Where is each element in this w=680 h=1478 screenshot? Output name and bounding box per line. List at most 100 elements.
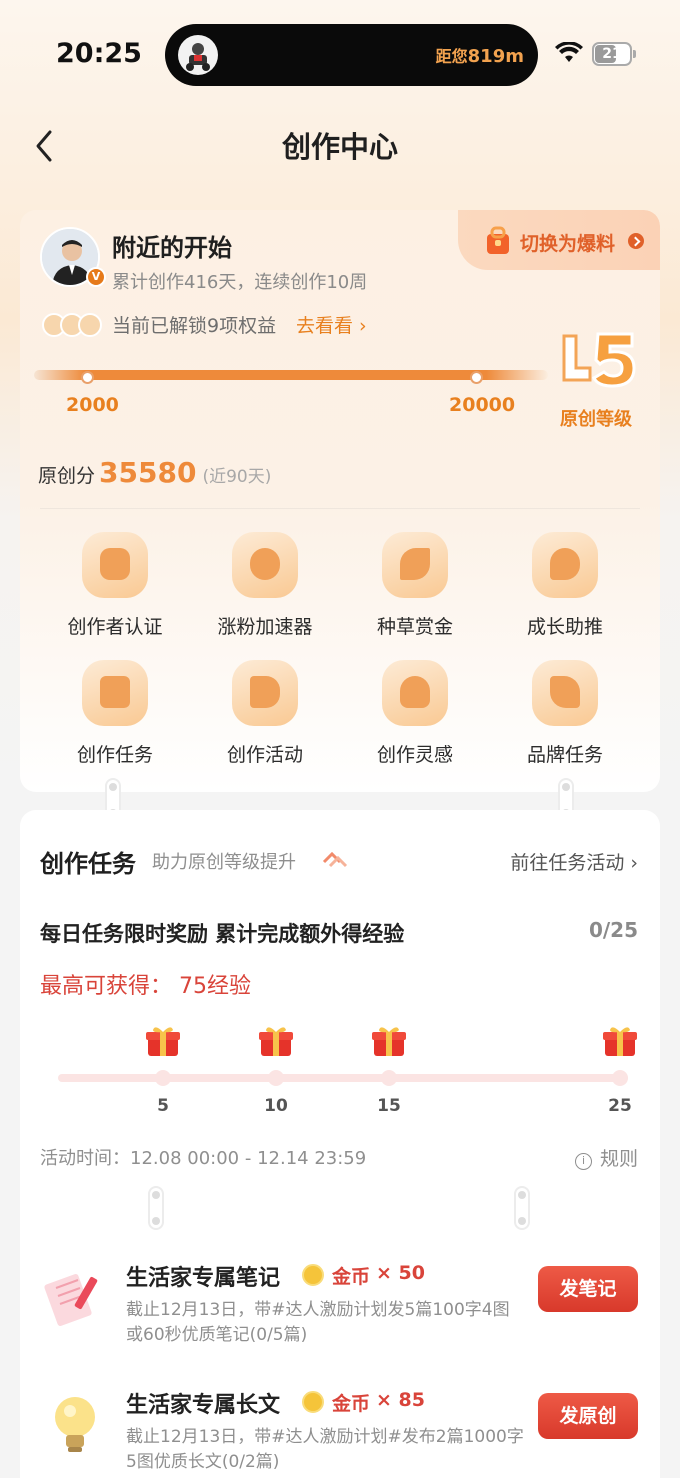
level-l5-icon xyxy=(556,328,646,398)
tool-inspiration[interactable]: 创作灵感 xyxy=(340,660,490,780)
score-label: 原创分 xyxy=(38,465,96,487)
tool-label: 创作任务 xyxy=(76,744,153,766)
tool-label: 创作者认证 xyxy=(67,616,163,638)
section-subtitle: 助力原创等级提升 xyxy=(152,852,296,873)
benefit-badges-icon xyxy=(42,313,104,337)
activity-time: 活动时间：12.08 00:00 - 12.14 23:59 xyxy=(40,1148,367,1169)
tool-label: 创作活动 xyxy=(226,744,303,766)
milestone-label: 5 xyxy=(157,1096,169,1116)
coin-icon xyxy=(302,1264,324,1286)
dynamic-island[interactable]: 距您819m xyxy=(165,24,538,86)
milestone-dot xyxy=(268,1070,284,1086)
reward-multiplier: × 85 xyxy=(376,1389,425,1411)
chevron-right-icon xyxy=(628,233,644,249)
tool-growth-boost[interactable]: 成长助推 xyxy=(490,532,640,652)
level-up-icon xyxy=(322,851,348,868)
wifi-icon xyxy=(555,41,583,68)
gift-icon[interactable] xyxy=(371,1024,407,1058)
progress-start-label: 2000 xyxy=(66,394,119,416)
island-rider-icon xyxy=(178,35,218,75)
island-prefix: 距您 xyxy=(435,47,468,66)
tool-brand-tasks[interactable]: 品牌任务 xyxy=(490,660,640,780)
divider xyxy=(40,508,640,509)
daily-max-reward: 最高可获得： 75经验 xyxy=(40,974,251,999)
info-icon: i xyxy=(574,1153,592,1170)
tool-creation-events[interactable]: 创作活动 xyxy=(190,660,340,780)
tool-creator-verify[interactable]: 创作者认证 xyxy=(40,532,190,652)
seedling-icon xyxy=(382,532,448,598)
gift-icon[interactable] xyxy=(602,1024,638,1058)
tool-fans-boost[interactable]: 涨粉加速器 xyxy=(190,532,340,652)
verified-badge-icon: V xyxy=(86,267,106,287)
task-name: 生活家专属笔记 xyxy=(126,1266,281,1291)
task-row: 生活家专属长文 金币 × 85 截止12月13日，带#达人激励计划#发布2篇10… xyxy=(20,1387,660,1478)
milestone-dot xyxy=(381,1070,397,1086)
status-time: 20:25 xyxy=(56,38,142,69)
task-description: 截止12月13日，带#达人激励计划发5篇100字4图或60秒优质笔记(0/5篇) xyxy=(126,1300,510,1345)
milestone-dot xyxy=(612,1070,628,1086)
level-label: 原创等级 xyxy=(560,409,632,430)
flag-icon xyxy=(232,660,298,726)
status-bar: 20:25 距您819m 21 xyxy=(0,0,680,100)
milestone-label: 25 xyxy=(608,1096,632,1116)
go-to-task-events-link[interactable]: 前往任务活动 › xyxy=(510,848,638,875)
profile-card: V 附近的开始 累计创作416天，连续创作10周 切换为爆料 当前已解锁9项权益… xyxy=(20,210,660,792)
card-connector xyxy=(514,1186,530,1230)
page-title: 创作中心 xyxy=(281,130,398,164)
verify-icon xyxy=(82,532,148,598)
brand-tag-icon xyxy=(532,660,598,726)
battery-level: 21 xyxy=(602,46,622,62)
battery-icon: 21 xyxy=(592,42,632,66)
tool-label: 品牌任务 xyxy=(526,744,603,766)
daily-task-title: 每日任务限时奖励 累计完成额外得经验 xyxy=(40,922,405,946)
tool-label: 涨粉加速器 xyxy=(217,616,313,638)
reward-label: 金币 xyxy=(332,1266,371,1288)
tool-seeding-bounty[interactable]: 种草赏金 xyxy=(340,532,490,652)
reward-multiplier: × 50 xyxy=(376,1262,425,1284)
lightbulb-icon xyxy=(382,660,448,726)
coin-icon xyxy=(302,1391,324,1413)
gift-icon[interactable] xyxy=(258,1024,294,1058)
progress-end-label: 20000 xyxy=(449,394,516,416)
switch-to-tipoff-button[interactable]: 切换为爆料 xyxy=(458,210,660,270)
username: 附近的开始 xyxy=(112,234,232,262)
daily-task-count: 0/25 xyxy=(588,918,638,942)
island-distance: 距您819m xyxy=(436,43,524,67)
original-score-row: 原创分 35580 (近90天) xyxy=(38,456,271,489)
task-name: 生活家专属长文 xyxy=(126,1393,281,1418)
switch-label: 切换为爆料 xyxy=(520,233,616,255)
progress-start-dot xyxy=(81,371,94,384)
task-row: 生活家专属笔记 金币 × 50 截止12月13日，带#达人激励计划发5篇100字… xyxy=(20,1260,660,1360)
post-original-button[interactable]: 发原创 xyxy=(538,1393,638,1439)
progress-end-dot xyxy=(470,371,483,384)
score-value: 35580 xyxy=(99,456,197,489)
section-title: 创作任务 xyxy=(40,850,136,878)
tool-label: 成长助推 xyxy=(526,616,603,638)
note-pen-icon xyxy=(44,1274,98,1326)
rules-link[interactable]: i 规则 xyxy=(574,1144,638,1171)
growth-icon xyxy=(532,532,598,598)
milestone-track xyxy=(58,1074,628,1082)
gift-icon[interactable] xyxy=(145,1024,181,1058)
card-connector xyxy=(148,1186,164,1230)
tool-creation-tasks[interactable]: 创作任务 xyxy=(40,660,190,780)
gift-bag-icon xyxy=(487,226,509,254)
milestone-dot xyxy=(155,1070,171,1086)
score-note: (近90天) xyxy=(202,467,272,487)
fans-boost-icon xyxy=(232,532,298,598)
post-note-button[interactable]: 发笔记 xyxy=(538,1266,638,1312)
view-benefits-link[interactable]: 去看看 › xyxy=(296,311,367,338)
task-description: 截止12月13日，带#达人激励计划#发布2篇1000字5图优质长文(0/2篇) xyxy=(126,1427,524,1472)
task-clipboard-icon xyxy=(82,660,148,726)
milestone-label: 10 xyxy=(264,1096,288,1116)
tool-label: 种草赏金 xyxy=(376,616,453,638)
reward-label: 金币 xyxy=(332,1393,371,1415)
tool-label: 创作灵感 xyxy=(376,744,453,766)
milestone-label: 15 xyxy=(377,1096,401,1116)
benefits-text: 当前已解锁9项权益 xyxy=(112,315,277,337)
user-stats: 累计创作416天，连续创作10周 xyxy=(112,272,368,293)
island-distance-value: 819m xyxy=(467,46,524,67)
lightbulb-icon xyxy=(55,1397,95,1452)
creation-tasks-card: 创作任务 助力原创等级提升 前往任务活动 › 每日任务限时奖励 累计完成额外得经… xyxy=(20,810,660,1478)
rules-label: 规则 xyxy=(599,1148,638,1170)
